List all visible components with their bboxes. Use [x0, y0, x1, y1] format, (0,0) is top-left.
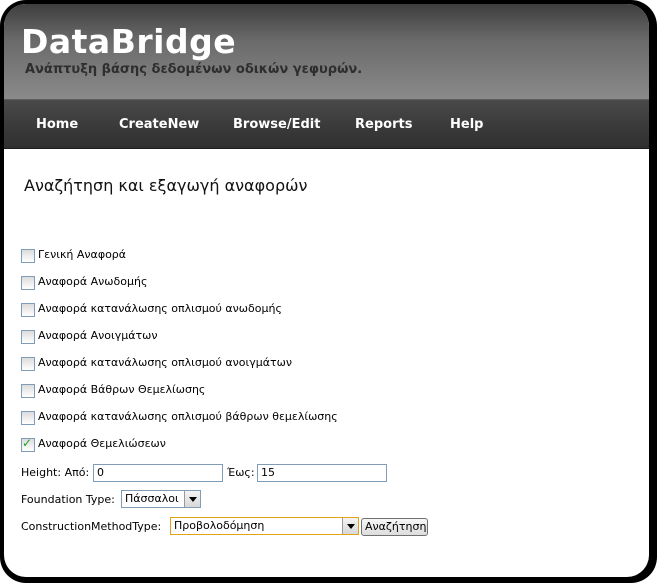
height-from-label: Height: Από:	[21, 466, 90, 479]
nav-help[interactable]: Help	[450, 117, 483, 132]
page: DataBridge Ανάπτυξη βάσης δεδομένων οδικ…	[4, 4, 649, 577]
site-title: DataBridge	[21, 22, 237, 61]
checkbox-label: Αναφορά Ανωδομής	[38, 275, 148, 288]
checkbox[interactable]	[21, 357, 35, 371]
site-header: DataBridge Ανάπτυξη βάσης δεδομένων οδικ…	[4, 4, 649, 99]
construction-method-label: ConstructionMethodType:	[21, 520, 162, 533]
chevron-down-icon[interactable]	[184, 491, 200, 507]
checkbox[interactable]	[21, 411, 35, 425]
site-tagline: Ανάπτυξη βάσης δεδομένων οδικών γεφυρών.	[25, 62, 363, 77]
construction-method-value: Προβολοδόμηση	[174, 519, 265, 532]
checkbox-label: Γενική Αναφορά	[38, 248, 127, 261]
nav-home[interactable]: Home	[36, 117, 78, 132]
checkbox-label: Αναφορά Θεμελιώσεων	[38, 437, 166, 450]
checkbox[interactable]	[21, 330, 35, 344]
window-frame: DataBridge Ανάπτυξη βάσης δεδομένων οδικ…	[0, 0, 657, 583]
checkbox[interactable]	[21, 276, 35, 290]
search-button[interactable]: Αναζήτηση	[361, 518, 428, 536]
checkbox-label: Αναφορά κατανάλωσης οπλισμού ανωδομής	[38, 302, 282, 315]
foundation-type-label: Foundation Type:	[21, 493, 115, 506]
main-nav: Home CreateNew Browse/Edit Reports Help	[4, 99, 649, 149]
checkbox[interactable]	[21, 249, 35, 263]
checkbox-label: Αναφορά Βάθρων Θεμελίωσης	[38, 383, 206, 396]
page-heading: Αναζήτηση και εξαγωγή αναφορών	[24, 176, 308, 195]
foundation-type-value: Πάσσαλοι	[125, 492, 179, 505]
chevron-down-icon[interactable]	[342, 518, 358, 534]
construction-method-select[interactable]: Προβολοδόμηση	[170, 517, 359, 535]
foundation-type-select[interactable]: Πάσσαλοι	[121, 490, 201, 508]
checkbox-label: Αναφορά κατανάλωσης οπλισμού ανοιγμάτων	[38, 356, 292, 369]
height-to-input[interactable]: 15	[257, 464, 387, 482]
nav-browse-edit[interactable]: Browse/Edit	[233, 117, 320, 132]
height-to-label: Έως:	[227, 466, 255, 479]
checkbox-label: Αναφορά Ανοιγμάτων	[38, 329, 158, 342]
checkbox-label: Αναφορά κατανάλωσης οπλισμού βάθρων θεμε…	[38, 410, 338, 423]
height-from-input[interactable]: 0	[93, 464, 223, 482]
nav-reports[interactable]: Reports	[355, 117, 412, 132]
checkbox[interactable]	[21, 384, 35, 398]
checkbox-checked[interactable]	[21, 436, 35, 452]
nav-create-new[interactable]: CreateNew	[119, 117, 199, 132]
checkbox[interactable]	[21, 303, 35, 317]
